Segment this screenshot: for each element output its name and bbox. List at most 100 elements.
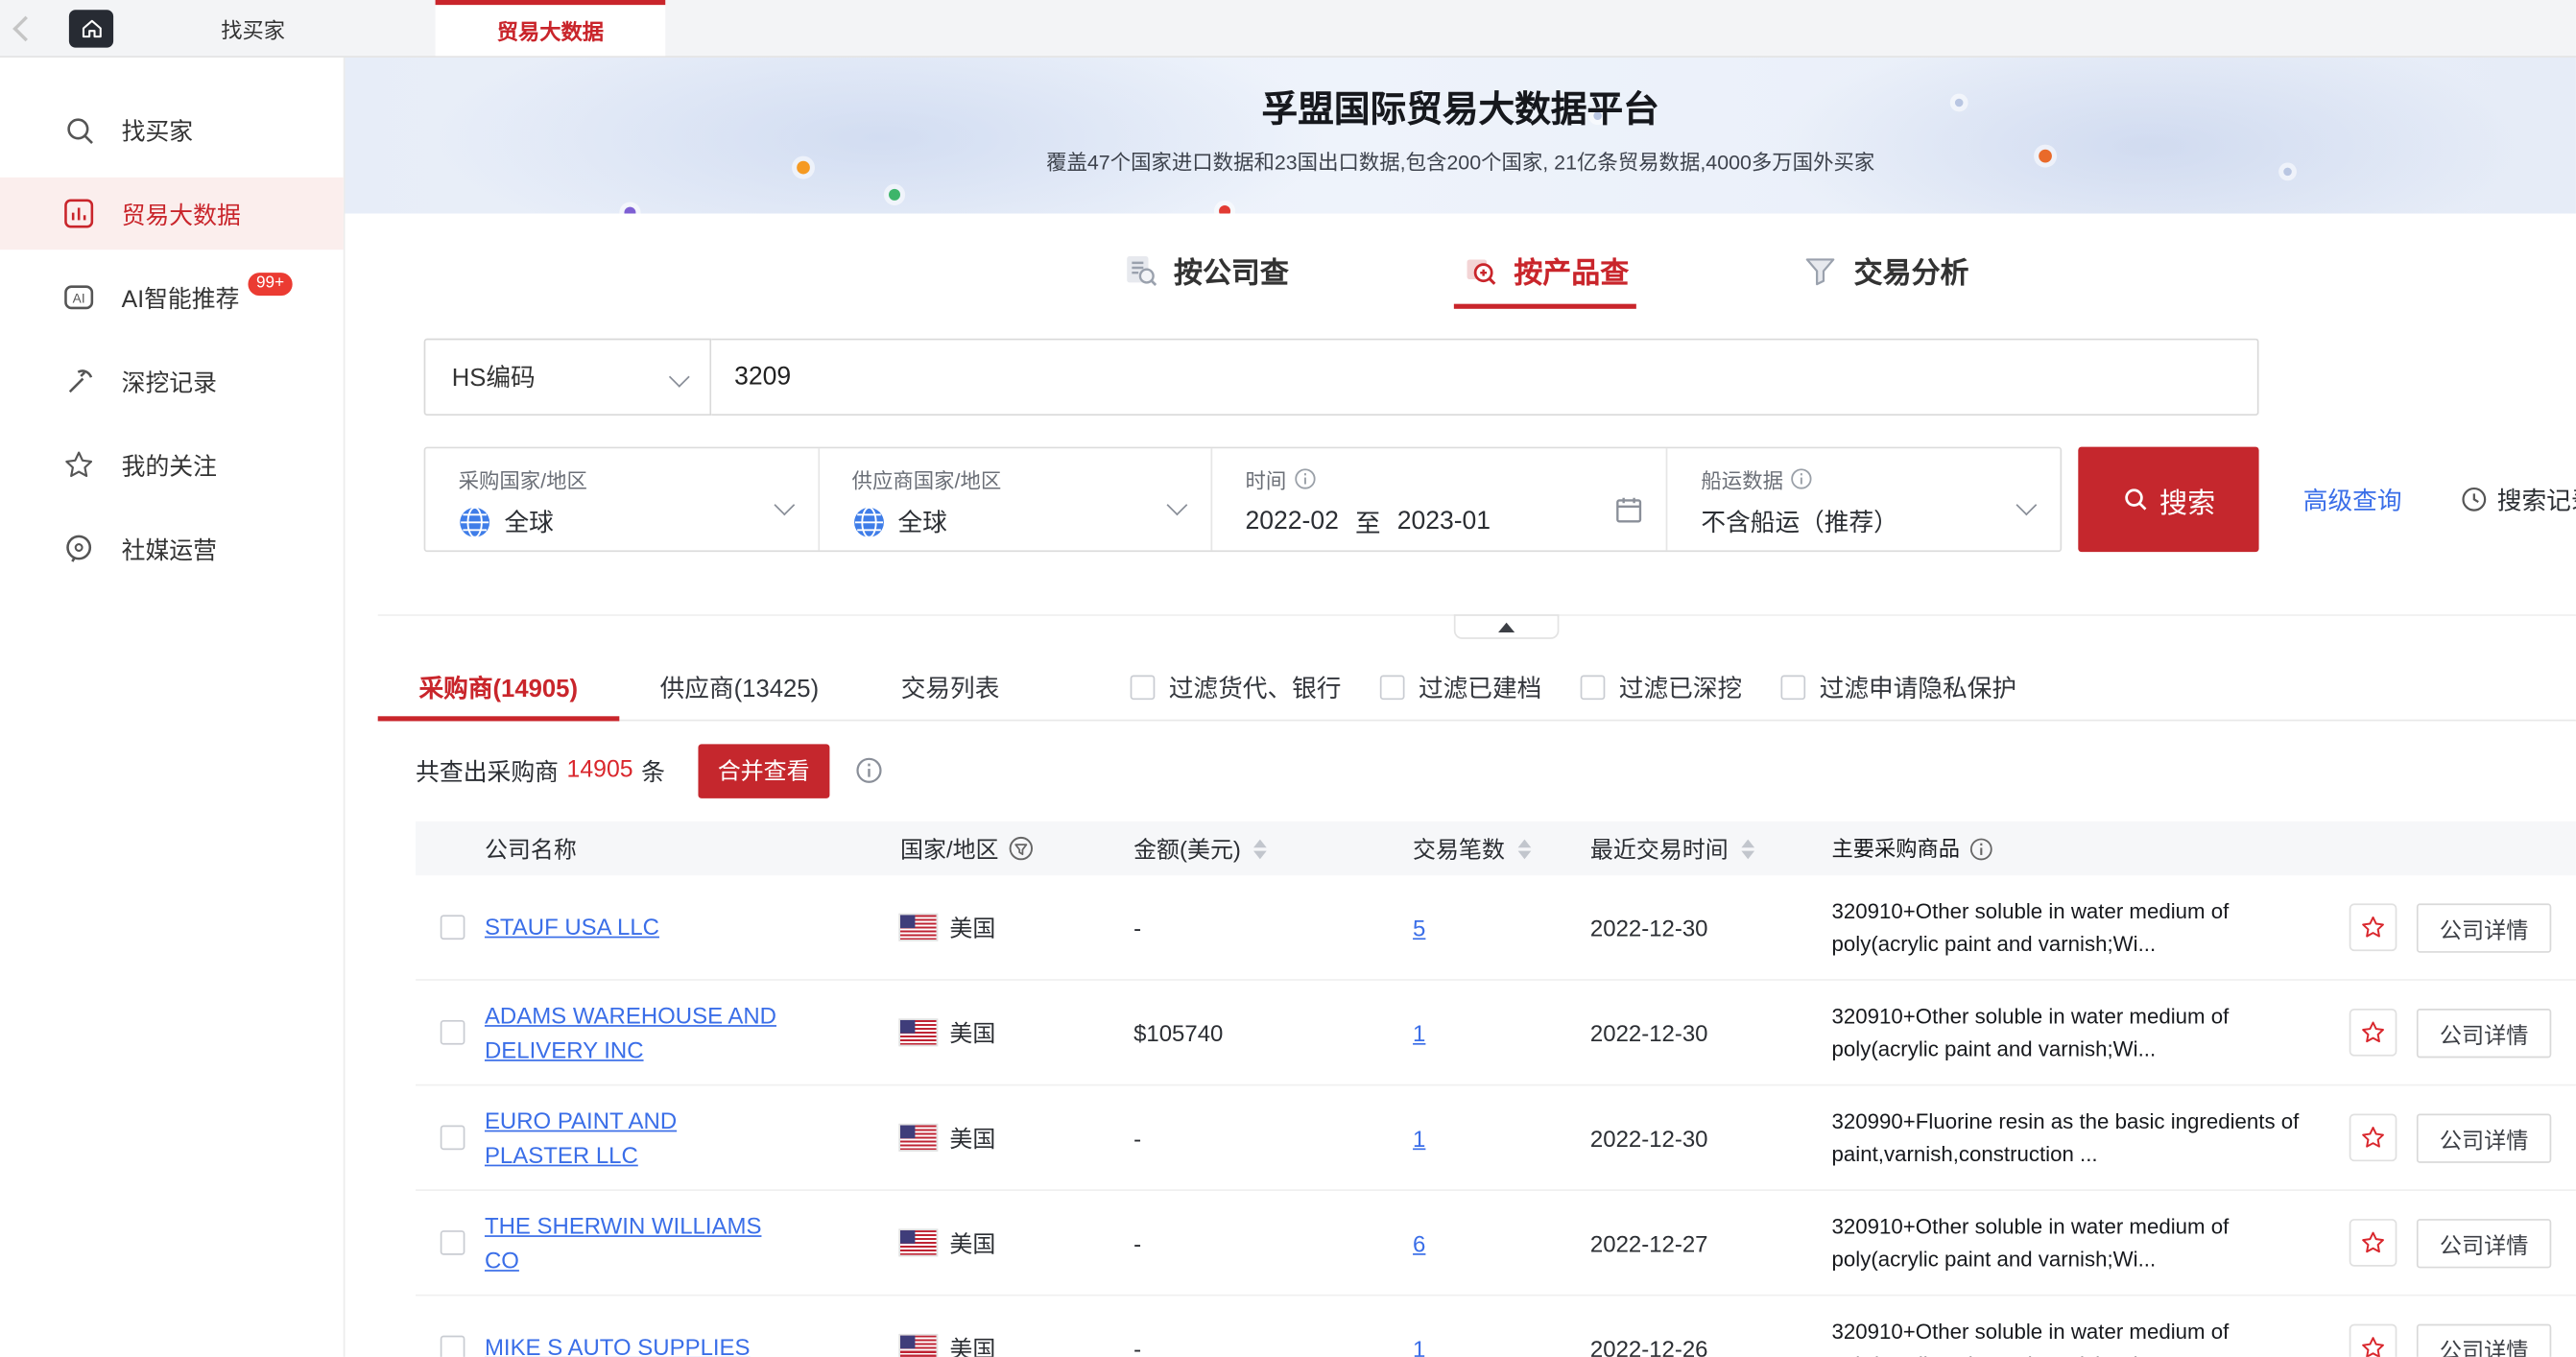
sort-icon[interactable] [1254,839,1268,859]
deal-count-link[interactable]: 5 [1413,915,1425,940]
sidebar-item-my-follows[interactable]: 我的关注 [0,429,344,501]
company-detail-button[interactable]: 公司详情 [2417,1008,2551,1057]
row-checkbox[interactable] [441,1126,465,1151]
table-row: STAUF USA LLC 美国 - 5 2022-12-30 320910+O… [416,875,2576,981]
filter-archived[interactable]: 过滤已建档 [1381,670,1542,704]
deal-count-link[interactable]: 1 [1413,1019,1425,1045]
query-input[interactable] [711,339,2258,416]
checkbox[interactable] [1381,675,1406,700]
header-last-date[interactable]: 最近交易时间 [1590,832,1754,865]
topbar: 找买家 贸易大数据 [0,0,2576,58]
tab-transactions[interactable]: 交易列表 [860,654,1040,719]
supplier-region-label: 供应商国家/地区 [852,464,1181,495]
calendar-icon [1615,496,1643,533]
chevron-down-icon [669,367,690,388]
row-checkbox[interactable] [441,1336,465,1357]
dig-icon [62,365,95,397]
time-to-value: 2023-01 [1397,508,1491,537]
company-detail-button[interactable]: 公司详情 [2417,1218,2551,1267]
summary-count: 14905 [567,757,633,783]
sort-icon[interactable] [1518,839,1532,859]
company-detail-button[interactable]: 公司详情 [2417,1323,2551,1357]
company-name-link[interactable]: STAUF USA LLC [485,911,659,944]
info-icon [1969,837,1992,860]
company-detail-button[interactable]: 公司详情 [2417,1113,2551,1162]
collapse-panel-button[interactable] [1454,614,1560,639]
result-tabs: 采购商(14905) 供应商(13425) 交易列表 过滤货代、银行 过滤已建档… [378,654,2576,721]
favorite-star-button[interactable] [2349,1114,2397,1162]
tab-search-by-company[interactable]: 按公司查 [1120,233,1289,309]
sidebar-item-dig-records[interactable]: 深挖记录 [0,345,344,417]
favorite-star-button[interactable] [2349,903,2397,951]
header-deal-count[interactable]: 交易笔数 [1413,832,1531,865]
tab-suppliers[interactable]: 供应商(13425) [619,654,860,719]
favorite-star-button[interactable] [2349,1009,2397,1057]
favorite-star-button[interactable] [2349,1324,2397,1357]
hs-code-select[interactable]: HS编码 [424,339,712,416]
header-company: 公司名称 [485,832,577,865]
us-flag-icon [900,1020,937,1045]
company-name-link[interactable]: MIKE S AUTO SUPPLIES [485,1331,751,1357]
sort-icon[interactable] [1741,839,1754,859]
sidebar-item-label: 贸易大数据 [122,197,241,231]
filter-forwarders-banks[interactable]: 过滤货代、银行 [1131,670,1341,704]
us-flag-icon [900,1336,937,1357]
country-label: 美国 [949,1331,995,1357]
shipping-label: 船运数据 [1701,464,1783,495]
company-detail-button[interactable]: 公司详情 [2417,903,2551,952]
product-search-icon [1460,251,1499,291]
topbar-tab-trade-big-data[interactable]: 贸易大数据 [436,0,666,56]
buyer-region-select[interactable]: 采购国家/地区 全球 [425,448,817,550]
header-country[interactable]: 国家/地区 [900,832,1033,865]
header-main-products: 主要采购商品 [1832,832,1993,865]
info-icon [856,757,882,783]
shipping-data-select[interactable]: 船运数据 不含船运（推荐） [1666,448,2060,550]
filter-label: 过滤申请隐私保护 [1820,670,2016,704]
banner-title: 孚盟国际贸易大数据平台 [345,81,2575,133]
filter-box: 采购国家/地区 全球 供应商国家/地区 全球 时间 2022-02 至 [424,447,2063,553]
merge-view-button[interactable]: 合并查看 [698,744,829,798]
amount-value: - [1122,1335,1401,1357]
ai-badge: 99+ [247,271,295,297]
deal-count-link[interactable]: 1 [1413,1125,1425,1151]
tab-search-by-product[interactable]: 按产品查 [1460,233,1629,309]
company-name-link[interactable]: THE SHERWIN WILLIAMS CO [485,1209,777,1275]
sidebar-item-trade-big-data[interactable]: 贸易大数据 [0,178,344,250]
globe-icon [852,505,885,537]
sidebar: 找买家 贸易大数据 AI AI智能推荐 99+ 深挖记录 我的关注 社媒运营 [0,56,345,1357]
checkbox[interactable] [1581,675,1606,700]
sidebar-item-ai-recommend[interactable]: AI AI智能推荐 99+ [0,261,344,333]
favorite-star-button[interactable] [2349,1219,2397,1267]
tab-label: 按产品查 [1514,250,1629,292]
row-checkbox[interactable] [441,915,465,940]
row-checkbox[interactable] [441,1020,465,1045]
checkbox[interactable] [1781,675,1806,700]
tab-buyers[interactable]: 采购商(14905) [378,654,619,719]
sidebar-item-label: 深挖记录 [122,364,217,398]
company-name-link[interactable]: EURO PAINT AND PLASTER LLC [485,1105,777,1171]
checkbox[interactable] [1131,675,1156,700]
home-button[interactable] [69,9,113,46]
filter-privacy-protected[interactable]: 过滤申请隐私保护 [1781,670,2016,704]
filter-icon[interactable] [1009,836,1034,861]
sidebar-item-find-buyers[interactable]: 找买家 [0,94,344,166]
time-range-picker[interactable]: 时间 2022-02 至 2023-01 [1211,448,1667,550]
back-arrow-icon[interactable] [0,0,49,56]
deal-count-link[interactable]: 6 [1413,1229,1425,1255]
search-history-link[interactable]: 搜索记录 [2461,447,2576,553]
company-name-link[interactable]: ADAMS WAREHOUSE AND DELIVERY INC [485,999,777,1065]
header-amount[interactable]: 金额(美元) [1133,832,1267,865]
time-separator: 至 [1355,504,1381,540]
search-button[interactable]: 搜索 [2078,447,2258,553]
tab-trade-analysis[interactable]: 交易分析 [1800,233,1968,309]
deal-count-link[interactable]: 1 [1413,1335,1425,1357]
supplier-region-select[interactable]: 供应商国家/地区 全球 [818,448,1211,550]
query-row: HS编码 [424,339,2259,416]
advanced-query-link[interactable]: 高级查询 [2303,447,2402,553]
table-body: STAUF USA LLC 美国 - 5 2022-12-30 320910+O… [416,875,2576,1357]
summary-row: 共查出采购商 14905 条 合并查看 [416,743,882,798]
row-checkbox[interactable] [441,1230,465,1255]
sidebar-item-social-media[interactable]: 社媒运营 [0,512,344,584]
topbar-tab-find-buyers[interactable]: 找买家 [155,0,351,56]
filter-deep-dug[interactable]: 过滤已深挖 [1581,670,1742,704]
